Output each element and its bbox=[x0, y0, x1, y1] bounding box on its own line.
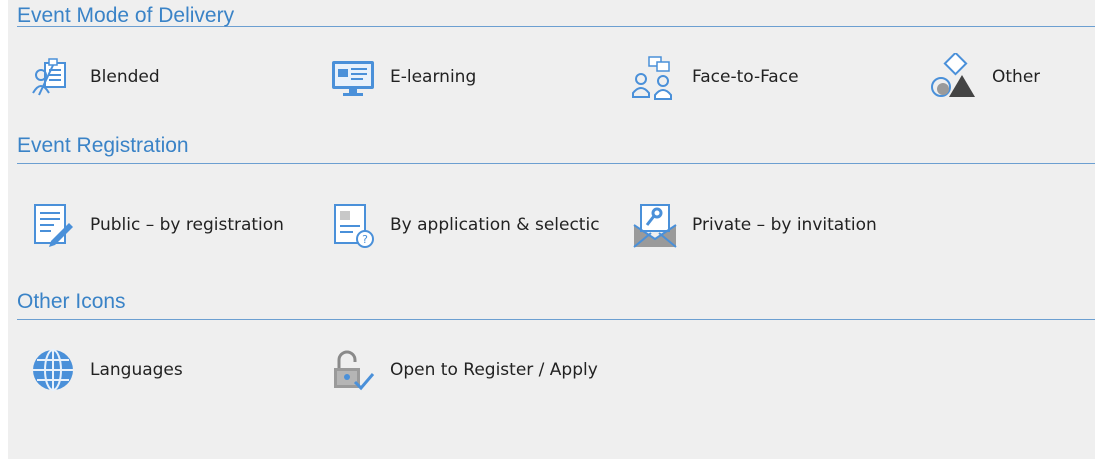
legend-item-languages: Languages bbox=[29, 320, 183, 420]
section-title-other-icons: Other Icons bbox=[17, 284, 1095, 320]
legend-item-elearning: E-learning bbox=[329, 27, 476, 127]
legend-item-other: Other bbox=[931, 27, 1040, 127]
section-title-delivery: Event Mode of Delivery bbox=[17, 0, 1095, 27]
elearning-icon bbox=[332, 61, 374, 96]
legend-label: E-learning bbox=[390, 67, 477, 87]
private-invitation-icon bbox=[633, 203, 677, 248]
legend-label: By application & selectic bbox=[390, 214, 600, 235]
legend-item-face-to-face: Face-to-Face bbox=[631, 27, 799, 127]
legend-item-application: ? By application & selectic bbox=[329, 164, 628, 285]
globe-icon bbox=[33, 349, 73, 391]
blended-icon bbox=[32, 58, 66, 96]
other-shapes-icon bbox=[931, 53, 975, 97]
face-to-face-icon bbox=[632, 56, 672, 100]
delivery-row: Blended E-learning Face-to-Face Other bbox=[17, 27, 1095, 128]
legend-label: Other bbox=[992, 67, 1041, 87]
other-icons-row: Languages Open to Register / Apply bbox=[17, 320, 1095, 420]
legend-item-private: Private – by invitation bbox=[631, 164, 877, 285]
legend-label: Open to Register / Apply bbox=[390, 360, 598, 380]
open-lock-icon bbox=[334, 350, 375, 391]
section-title-registration: Event Registration bbox=[17, 128, 1095, 164]
legend-label: Blended bbox=[90, 67, 160, 87]
application-selection-icon: ? bbox=[334, 203, 374, 248]
svg-text:?: ? bbox=[362, 233, 368, 246]
legend-item-public: Public – by registration bbox=[29, 164, 284, 285]
legend-label: Private – by invitation bbox=[692, 214, 877, 235]
legend-item-open-register: Open to Register / Apply bbox=[329, 320, 598, 420]
icon-legend-panel: Event Mode of Delivery Blended E-learnin… bbox=[8, 0, 1095, 459]
legend-label: Face-to-Face bbox=[692, 67, 799, 87]
registration-row: Public – by registration ? By applicatio… bbox=[17, 164, 1095, 285]
legend-label: Public – by registration bbox=[90, 214, 284, 235]
public-registration-icon bbox=[34, 203, 73, 247]
legend-item-blended: Blended bbox=[29, 27, 160, 127]
legend-label: Languages bbox=[90, 360, 183, 380]
